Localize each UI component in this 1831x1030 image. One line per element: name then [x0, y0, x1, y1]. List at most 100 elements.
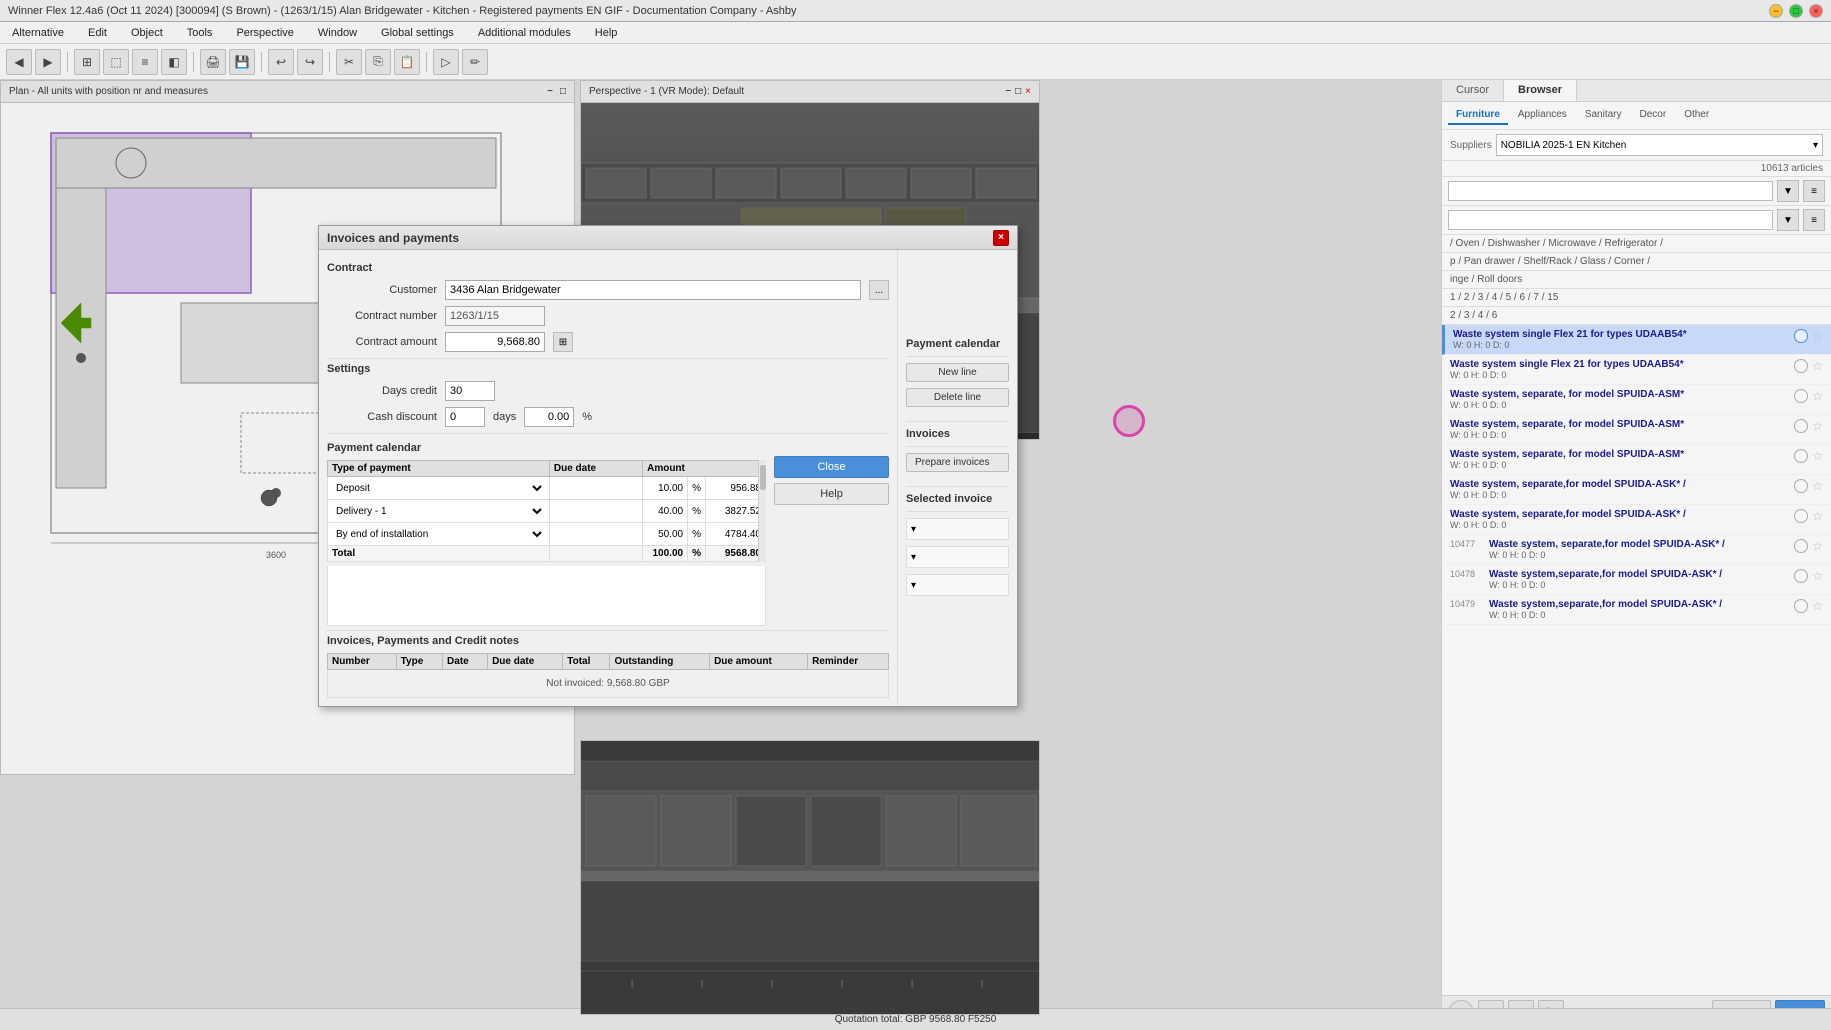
breadcrumb-2[interactable]: p / Pan drawer / Shelf/Rack / Glass / Co…: [1442, 253, 1831, 271]
plan-maximize-btn[interactable]: □: [560, 86, 566, 97]
customer-browse-btn[interactable]: ...: [869, 280, 889, 300]
list-item-8[interactable]: 10477 Waste system, separate,for model S…: [1442, 535, 1831, 565]
help-button[interactable]: Help: [774, 483, 889, 505]
article-star-2[interactable]: ☆: [1812, 359, 1823, 373]
article-select-10[interactable]: [1794, 599, 1808, 613]
contract-amount-input[interactable]: [445, 332, 545, 352]
article-select-3[interactable]: [1794, 389, 1808, 403]
persp-close-btn[interactable]: ×: [1025, 86, 1031, 97]
payment-due-date-1[interactable]: [549, 477, 642, 500]
filter-icon-btn-2[interactable]: ≡: [1803, 209, 1825, 231]
article-star-9[interactable]: ☆: [1812, 569, 1823, 583]
article-star-10[interactable]: ☆: [1812, 599, 1823, 613]
new-line-button[interactable]: New line: [906, 363, 1009, 382]
article-select-5[interactable]: [1794, 449, 1808, 463]
close-button[interactable]: Close: [774, 456, 889, 478]
cut-button[interactable]: ✂: [336, 49, 362, 75]
filter-icon-btn-1[interactable]: ≡: [1803, 180, 1825, 202]
contract-amount-btn[interactable]: ⊞: [553, 332, 573, 352]
cash-discount-pct-input[interactable]: [524, 407, 574, 427]
list-item-5[interactable]: Waste system, separate, for model SPUIDA…: [1442, 445, 1831, 475]
selected-inv-dropdown-2[interactable]: ▾: [906, 546, 1009, 568]
article-star-7[interactable]: ☆: [1812, 509, 1823, 523]
menu-help[interactable]: Help: [591, 25, 622, 41]
minimize-button[interactable]: −: [1769, 4, 1783, 18]
tab-cursor[interactable]: Cursor: [1442, 80, 1504, 101]
article-select-7[interactable]: [1794, 509, 1808, 523]
cat-tab-appliances[interactable]: Appliances: [1510, 106, 1575, 125]
copy-button[interactable]: ⎘: [365, 49, 391, 75]
tab-browser[interactable]: Browser: [1504, 80, 1577, 101]
list-item-6[interactable]: Waste system, separate,for model SPUIDA-…: [1442, 475, 1831, 505]
menu-perspective[interactable]: Perspective: [232, 25, 297, 41]
section-button[interactable]: ◧: [161, 49, 187, 75]
payment-pct-1[interactable]: 10.00: [643, 477, 688, 500]
cash-discount-days-input[interactable]: [445, 407, 485, 427]
article-star-5[interactable]: ☆: [1812, 449, 1823, 463]
list-item-4[interactable]: Waste system, separate, for model SPUIDA…: [1442, 415, 1831, 445]
payment-type-select-3[interactable]: By end of installation: [332, 525, 545, 543]
prepare-invoices-button[interactable]: Prepare invoices: [906, 453, 1009, 472]
menu-edit[interactable]: Edit: [84, 25, 111, 41]
payment-amount-1[interactable]: 956.88: [706, 477, 766, 500]
article-select-8[interactable]: [1794, 539, 1808, 553]
3d-view-button[interactable]: ⬚: [103, 49, 129, 75]
article-star-1[interactable]: ☆: [1812, 329, 1823, 343]
filter-btn-1[interactable]: ▼: [1777, 180, 1799, 202]
payment-amount-2[interactable]: 3827.52: [706, 500, 766, 523]
article-select-2[interactable]: [1794, 359, 1808, 373]
draw-button[interactable]: ✏: [462, 49, 488, 75]
cat-tab-other[interactable]: Other: [1676, 106, 1717, 125]
window-controls[interactable]: − □ ×: [1769, 4, 1823, 18]
forward-button[interactable]: ▶: [35, 49, 61, 75]
plan-minimize-btn[interactable]: −: [547, 86, 553, 97]
article-select-4[interactable]: [1794, 419, 1808, 433]
payment-due-date-3[interactable]: [549, 523, 642, 546]
menu-tools[interactable]: Tools: [183, 25, 217, 41]
supplier-dropdown[interactable]: NOBILIA 2025-1 EN Kitchen ▾: [1496, 134, 1823, 156]
list-item-7[interactable]: Waste system, separate,for model SPUIDA-…: [1442, 505, 1831, 535]
dialog-close-button[interactable]: ×: [993, 230, 1009, 246]
breadcrumb-3[interactable]: inge / Roll doors: [1442, 271, 1831, 289]
filter-input-1[interactable]: [1448, 181, 1773, 201]
article-star-3[interactable]: ☆: [1812, 389, 1823, 403]
menu-additional-modules[interactable]: Additional modules: [474, 25, 575, 41]
payment-type-select-2[interactable]: Delivery - 1: [332, 502, 545, 520]
elevation-button[interactable]: ≡: [132, 49, 158, 75]
list-item-3[interactable]: Waste system, separate, for model SPUIDA…: [1442, 385, 1831, 415]
menu-alternative[interactable]: Alternative: [8, 25, 68, 41]
page-nav-2[interactable]: 2 / 3 / 4 / 6: [1442, 307, 1831, 325]
breadcrumb-1[interactable]: / Oven / Dishwasher / Microwave / Refrig…: [1442, 235, 1831, 253]
days-credit-input[interactable]: [445, 381, 495, 401]
article-select-9[interactable]: [1794, 569, 1808, 583]
selected-inv-dropdown-1[interactable]: ▾: [906, 518, 1009, 540]
menu-global-settings[interactable]: Global settings: [377, 25, 458, 41]
filter-btn-2[interactable]: ▼: [1777, 209, 1799, 231]
list-item-1[interactable]: Waste system single Flex 21 for types UD…: [1442, 325, 1831, 355]
maximize-button[interactable]: □: [1789, 4, 1803, 18]
article-star-4[interactable]: ☆: [1812, 419, 1823, 433]
article-star-6[interactable]: ☆: [1812, 479, 1823, 493]
menu-window[interactable]: Window: [314, 25, 361, 41]
persp-title-btns[interactable]: − □ ×: [1005, 86, 1031, 97]
payment-amount-3[interactable]: 4784.40: [706, 523, 766, 546]
plan-title-buttons[interactable]: − □: [547, 86, 566, 97]
selected-inv-dropdown-3[interactable]: ▾: [906, 574, 1009, 596]
print-button[interactable]: 🖨: [200, 49, 226, 75]
payment-type-installation[interactable]: By end of installation: [328, 523, 550, 546]
delete-line-button[interactable]: Delete line: [906, 388, 1009, 407]
article-select-6[interactable]: [1794, 479, 1808, 493]
back-button[interactable]: ◀: [6, 49, 32, 75]
filter-input-2[interactable]: [1448, 210, 1773, 230]
page-nav-1[interactable]: 1 / 2 / 3 / 4 / 5 / 6 / 7 / 15: [1442, 289, 1831, 307]
plan-view-button[interactable]: ⊞: [74, 49, 100, 75]
article-select-1[interactable]: [1794, 329, 1808, 343]
cat-tab-sanitary[interactable]: Sanitary: [1577, 106, 1630, 125]
persp-maximize-btn[interactable]: □: [1015, 86, 1021, 97]
list-item-9[interactable]: 10478 Waste system,separate,for model SP…: [1442, 565, 1831, 595]
payment-type-delivery[interactable]: Delivery - 1: [328, 500, 550, 523]
close-button[interactable]: ×: [1809, 4, 1823, 18]
list-item-2[interactable]: Waste system single Flex 21 for types UD…: [1442, 355, 1831, 385]
payment-type-deposit[interactable]: Deposit: [328, 477, 550, 500]
article-star-8[interactable]: ☆: [1812, 539, 1823, 553]
